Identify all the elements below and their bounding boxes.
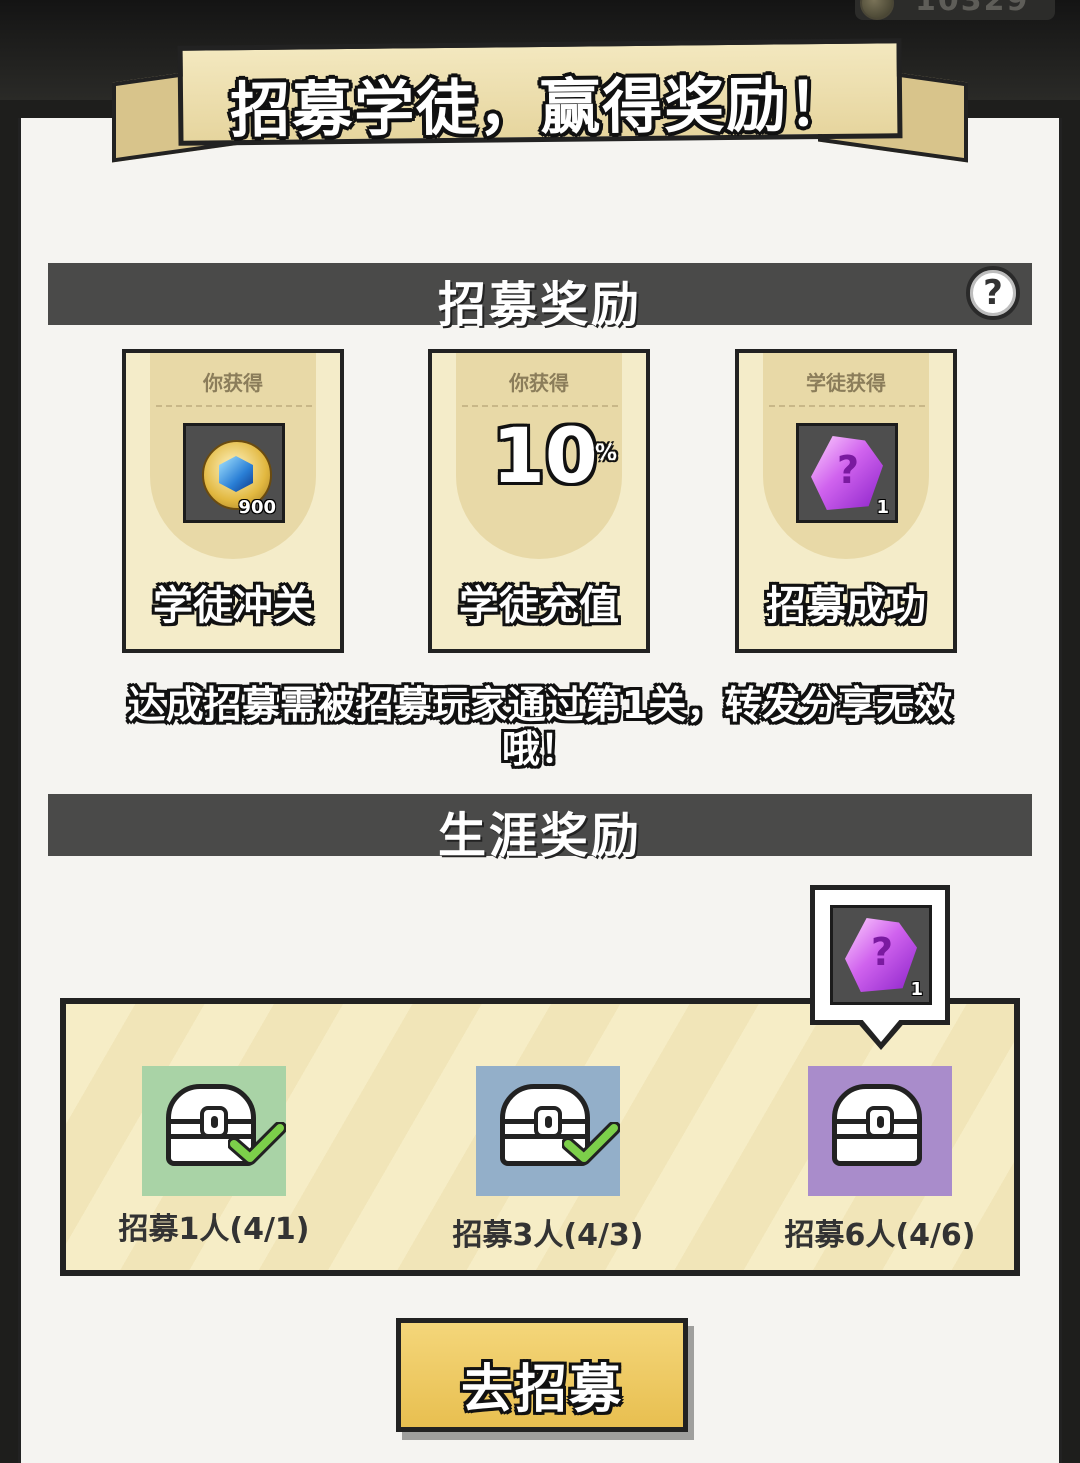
bubble-pointer-fill: [861, 1018, 901, 1042]
reward-item-slot[interactable]: ? 1: [796, 423, 898, 523]
go-recruit-button[interactable]: 去招募: [396, 1318, 688, 1432]
card-caption: 你获得: [203, 371, 263, 395]
title-banner: 招募学徒，赢得奖励！: [177, 38, 903, 147]
lock-icon: [534, 1106, 562, 1138]
recruit-rewards-header: 招募奖励 ?: [48, 263, 1032, 333]
reward-item-slot: ? 1: [830, 905, 932, 1005]
card-label: 招募成功: [766, 583, 926, 629]
coin-counter: 10329: [855, 0, 1055, 20]
tier-label: 招募6人(4/6): [784, 1218, 976, 1253]
card-caption: 学徒获得: [806, 371, 886, 395]
tier-recruit-6[interactable]: [808, 1066, 952, 1196]
reward-card-apprentice-challenge: 你获得 900 学徒冲关: [122, 349, 344, 653]
tier-reward-preview[interactable]: ? 1: [810, 885, 950, 1025]
tier-label: 招募3人(4/3): [452, 1218, 644, 1253]
career-rewards-title: 生涯奖励: [437, 808, 642, 864]
reward-item-slot[interactable]: 900: [183, 423, 285, 523]
question-glyph: ?: [837, 448, 860, 492]
question-mark-icon[interactable]: ?: [966, 266, 1020, 320]
recruit-rewards-title: 招募奖励: [437, 277, 642, 333]
card-divider: [156, 405, 312, 407]
go-recruit-label: 去招募: [460, 1360, 623, 1420]
career-rewards-header: 生涯奖励: [48, 794, 1032, 864]
tier-recruit-3[interactable]: [476, 1066, 620, 1196]
banner-title: 招募学徒，赢得奖励！: [229, 69, 851, 147]
card-label: 学徒冲关: [153, 583, 313, 629]
reward-card-recruit-success: 学徒获得 ? 1 招募成功: [735, 349, 957, 653]
card-divider: [769, 405, 925, 407]
check-icon: [228, 1122, 286, 1165]
coin-value: 10329: [915, 0, 1030, 18]
card-label: 学徒充值: [459, 583, 619, 629]
check-icon: [562, 1122, 620, 1165]
card-caption: 你获得: [509, 371, 569, 395]
percent-sign: %: [595, 441, 618, 466]
percent-value: 10: [492, 411, 598, 500]
lock-icon: [200, 1106, 228, 1138]
reward-count: 900: [238, 497, 276, 518]
reward-count: 1: [910, 979, 923, 1000]
card-divider: [462, 405, 618, 407]
lock-icon: [866, 1106, 894, 1138]
tier-recruit-1[interactable]: [142, 1066, 286, 1196]
reward-count: 1: [876, 497, 889, 518]
reward-card-apprentice-recharge: 你获得 10 % 学徒充值: [428, 349, 650, 653]
question-glyph: ?: [871, 930, 894, 974]
tier-label: 招募1人(4/1): [118, 1212, 310, 1247]
coin-icon: [860, 0, 894, 20]
recruit-notice: 达成招募需被招募玩家通过第1关，转发分享无效哦！: [127, 683, 953, 771]
